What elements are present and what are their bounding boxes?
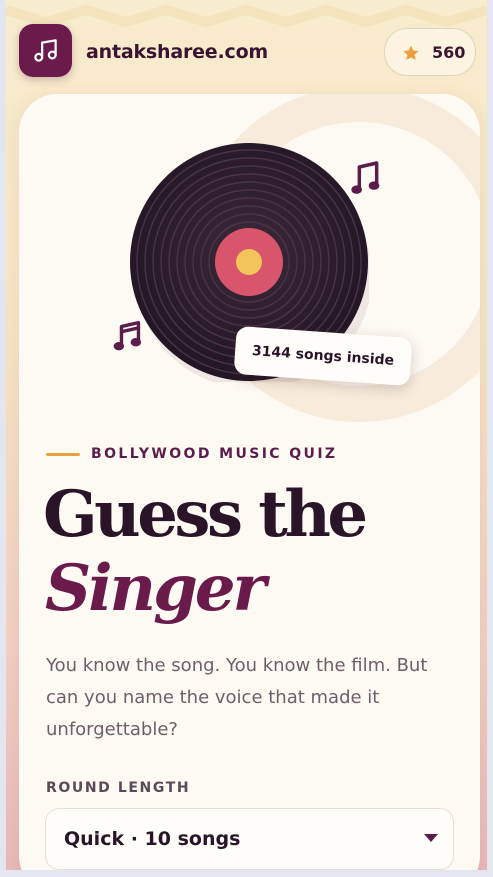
top-bar: antaksharee.com 560 <box>6 0 487 96</box>
music-note-icon <box>34 39 57 62</box>
logo-button[interactable] <box>19 24 72 77</box>
star-icon <box>403 45 419 61</box>
quiz-category: BOLLYWOOD MUSIC QUIZ <box>91 446 338 462</box>
chevron-down-icon <box>424 834 438 842</box>
round-length-label: ROUND LENGTH <box>46 780 191 796</box>
page-title: Guess the <box>43 477 368 552</box>
quiz-description: You know the song. You know the film. Bu… <box>46 655 428 740</box>
app-frame: antaksharee.com 560 3144 songs inside BO… <box>6 0 487 870</box>
page-title-highlight: Singer <box>45 551 266 626</box>
round-length-value: Quick · 10 songs <box>64 828 241 850</box>
kicker-divider <box>46 453 80 456</box>
site-name[interactable]: antaksharee.com <box>86 41 268 63</box>
score-badge[interactable]: 560 <box>384 28 476 76</box>
score-value: 560 <box>432 43 466 62</box>
round-length-select[interactable]: Quick · 10 songs <box>45 808 454 870</box>
quiz-card: 3144 songs inside BOLLYWOOD MUSIC QUIZ G… <box>19 94 480 870</box>
